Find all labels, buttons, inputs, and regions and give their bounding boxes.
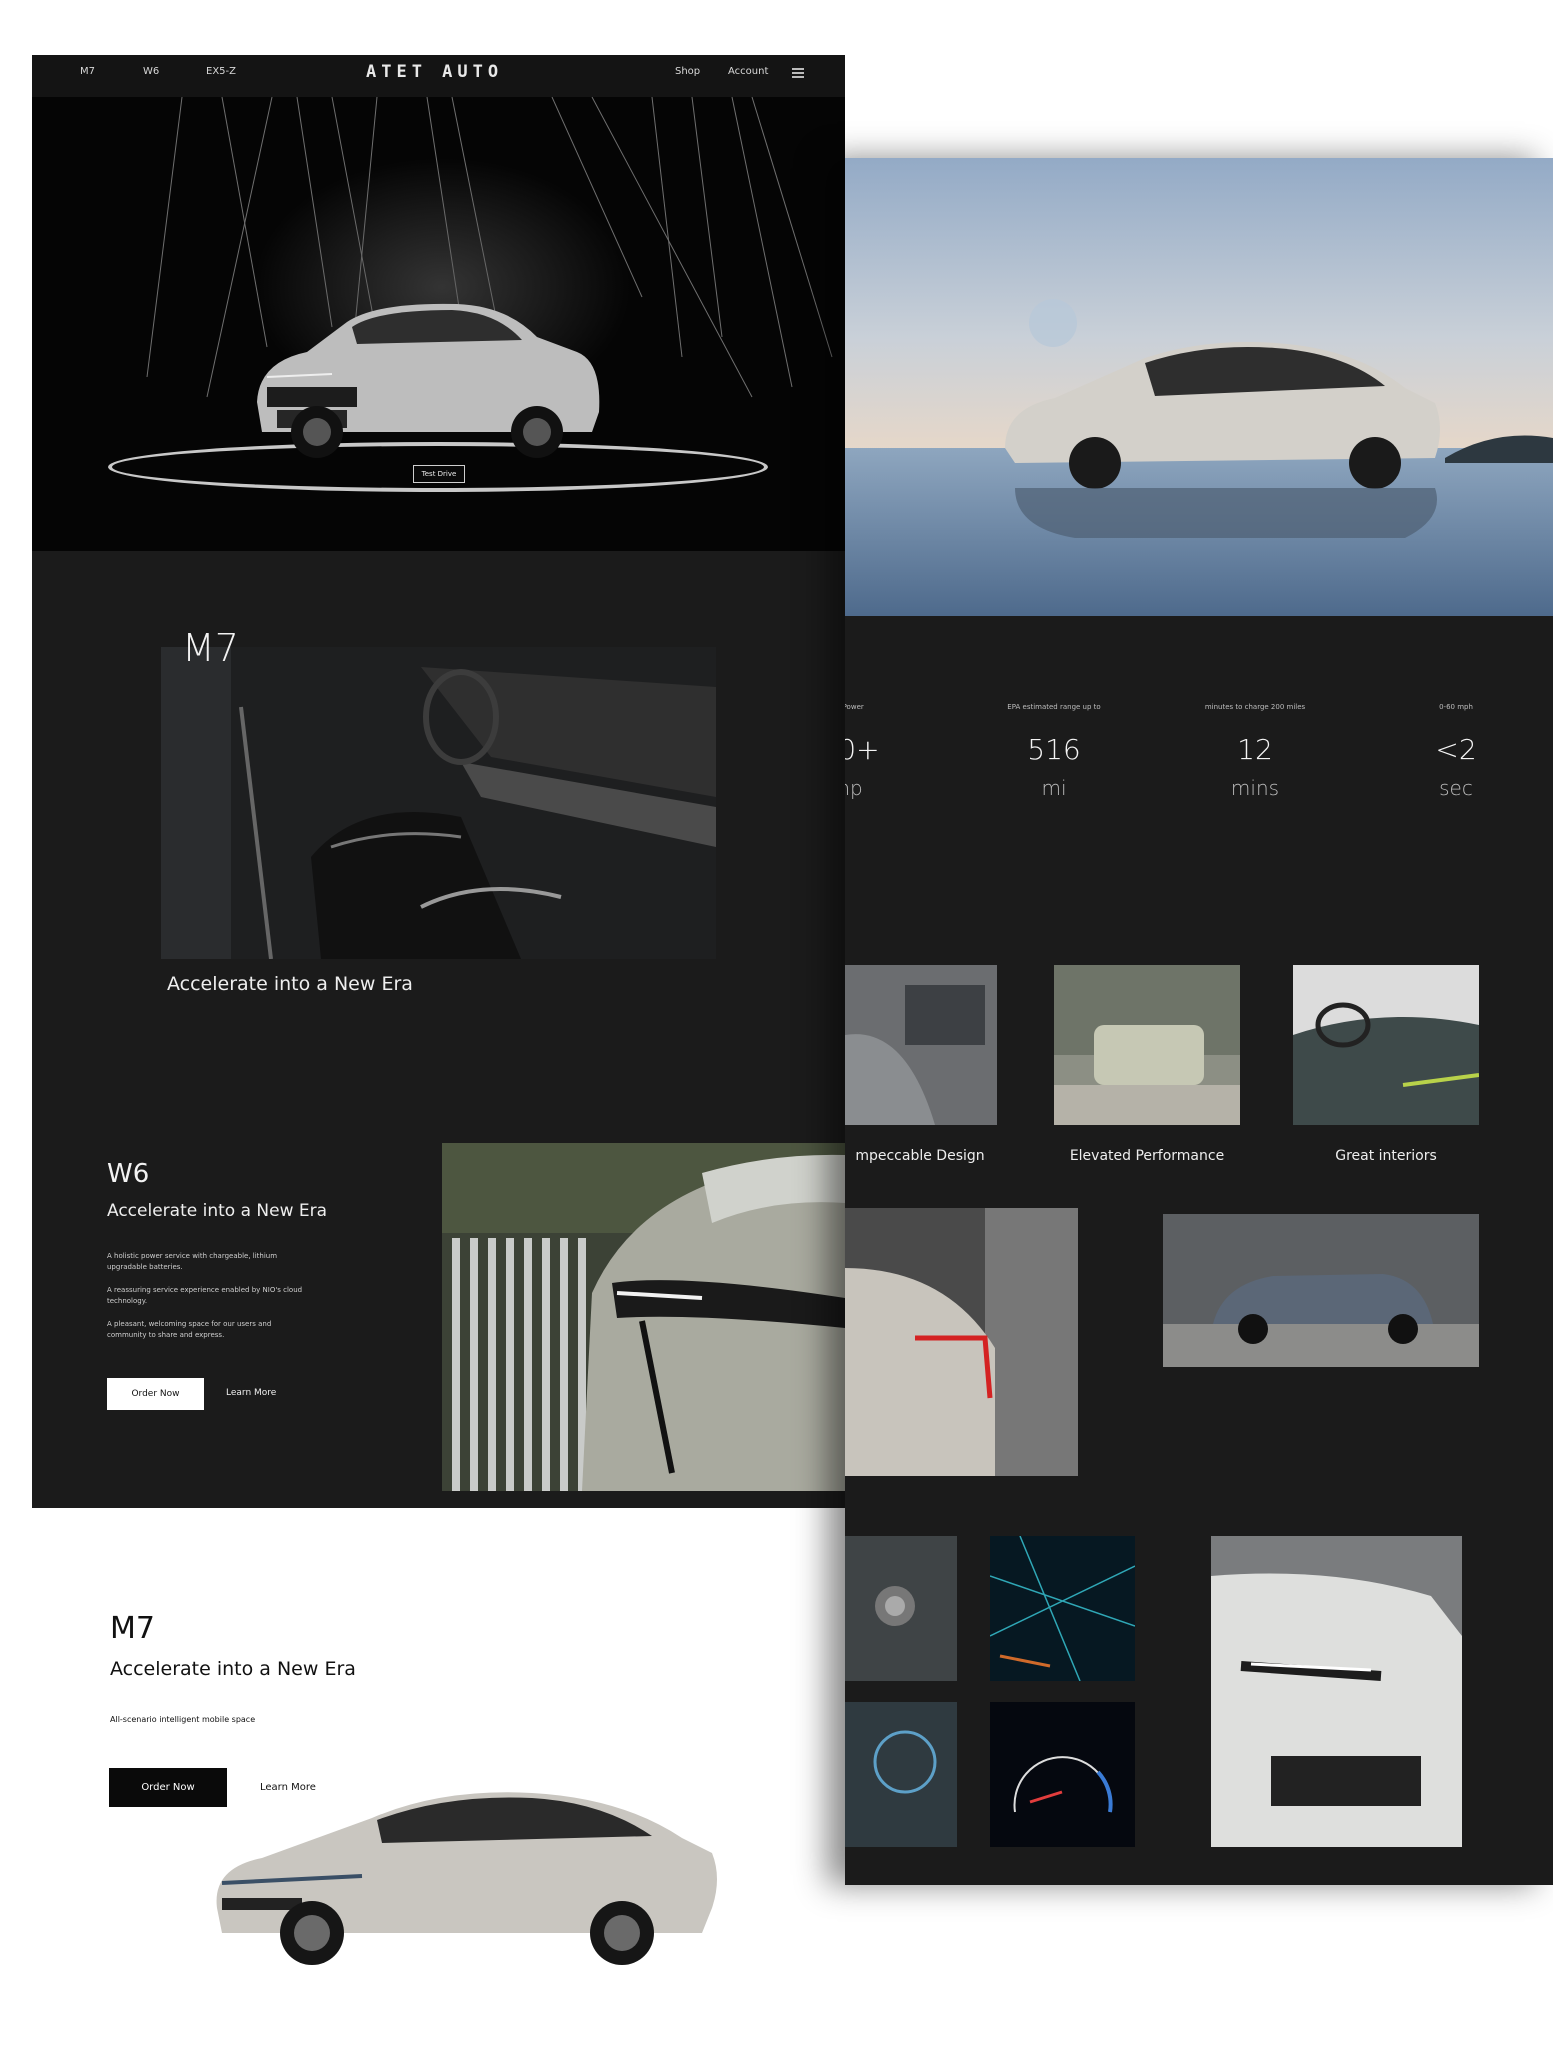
sedan-water-hero	[845, 158, 1553, 616]
hero-banner: Test Drive	[32, 97, 845, 551]
feature-image-performance[interactable]	[1054, 965, 1240, 1125]
gallery-speedometer-image	[990, 1702, 1135, 1847]
top-navigation: M7 W6 EX5-Z ATET AUTO Shop Account	[32, 55, 845, 97]
m7-order-now-button[interactable]: Order Now	[109, 1768, 227, 1807]
nav-link-shop[interactable]: Shop	[675, 66, 700, 77]
nav-link-w6[interactable]: W6	[143, 66, 159, 77]
test-drive-button[interactable]: Test Drive	[413, 465, 465, 483]
hamburger-menu-icon[interactable]	[792, 68, 804, 78]
stat-unit: mi	[1041, 776, 1067, 800]
m7-title: M7	[182, 626, 239, 670]
w6-order-now-button[interactable]: Order Now	[107, 1378, 204, 1410]
m7-white-description: All-scenario intelligent mobile space	[110, 1715, 256, 1724]
gallery-map-image	[990, 1536, 1135, 1681]
feature-caption: Elevated Performance	[1069, 1148, 1225, 1164]
stat-label: x Power	[845, 703, 864, 711]
stat-label: minutes to charge 200 miles	[1204, 703, 1306, 711]
w6-learn-more-link[interactable]: Learn More	[226, 1388, 276, 1398]
m7-white-title: M7	[110, 1611, 155, 1646]
w6-paragraph: A pleasant, welcoming space for our user…	[107, 1320, 272, 1339]
right-page: x Power 00+ hp EPA estimated range up to…	[845, 158, 1553, 1885]
gallery-taillight-image	[845, 1208, 1078, 1476]
w6-headlight-image	[442, 1143, 845, 1491]
gallery-knob-image	[845, 1536, 957, 1681]
stat-label: 0-60 mph	[1439, 703, 1473, 711]
stat-unit: mins	[1230, 776, 1280, 800]
feature-caption: mpeccable Design	[855, 1148, 985, 1164]
hero-suv-image	[257, 303, 600, 458]
nav-link-account[interactable]: Account	[728, 66, 768, 77]
w6-title: W6	[107, 1159, 150, 1189]
white-m7-section: M7 Accelerate into a New Era All-scenari…	[32, 1508, 845, 2028]
w6-subtitle: Accelerate into a New Era	[107, 1201, 328, 1221]
gallery-front-image	[1211, 1536, 1462, 1847]
feature-caption: Great interiors	[1335, 1148, 1437, 1164]
stat-value: <2	[1435, 733, 1477, 766]
m7-learn-more-link[interactable]: Learn More	[260, 1782, 316, 1793]
brand-logo[interactable]: ATET AUTO	[366, 62, 503, 82]
nav-link-m7[interactable]: M7	[80, 66, 95, 77]
gallery-suv-image	[1163, 1214, 1479, 1367]
feature-image-design[interactable]	[845, 965, 997, 1125]
gallery-cluster-image	[845, 1702, 957, 1847]
m7-interior-image	[161, 647, 716, 959]
stat-unit: hp	[845, 776, 863, 800]
m7-subtitle: Accelerate into a New Era	[167, 973, 413, 995]
dark-content-section: M7 Accelerate into a New Era W6 Accelera…	[32, 551, 845, 1508]
feature-image-interiors[interactable]	[1293, 965, 1479, 1125]
stat-label: EPA estimated range up to	[1007, 703, 1101, 711]
w6-paragraph: A reassuring service experience enabled …	[107, 1286, 303, 1305]
nav-link-ex5z[interactable]: EX5-Z	[206, 66, 236, 77]
stat-value: 516	[1027, 733, 1081, 766]
stat-value: 12	[1237, 733, 1273, 766]
m7-white-subtitle: Accelerate into a New Era	[110, 1658, 356, 1680]
stat-unit: sec	[1439, 776, 1473, 800]
w6-paragraph: A holistic power service with chargeable…	[107, 1252, 278, 1271]
left-page: M7 W6 EX5-Z ATET AUTO Shop Account Test …	[32, 55, 845, 2055]
stat-value: 00+	[845, 733, 880, 766]
